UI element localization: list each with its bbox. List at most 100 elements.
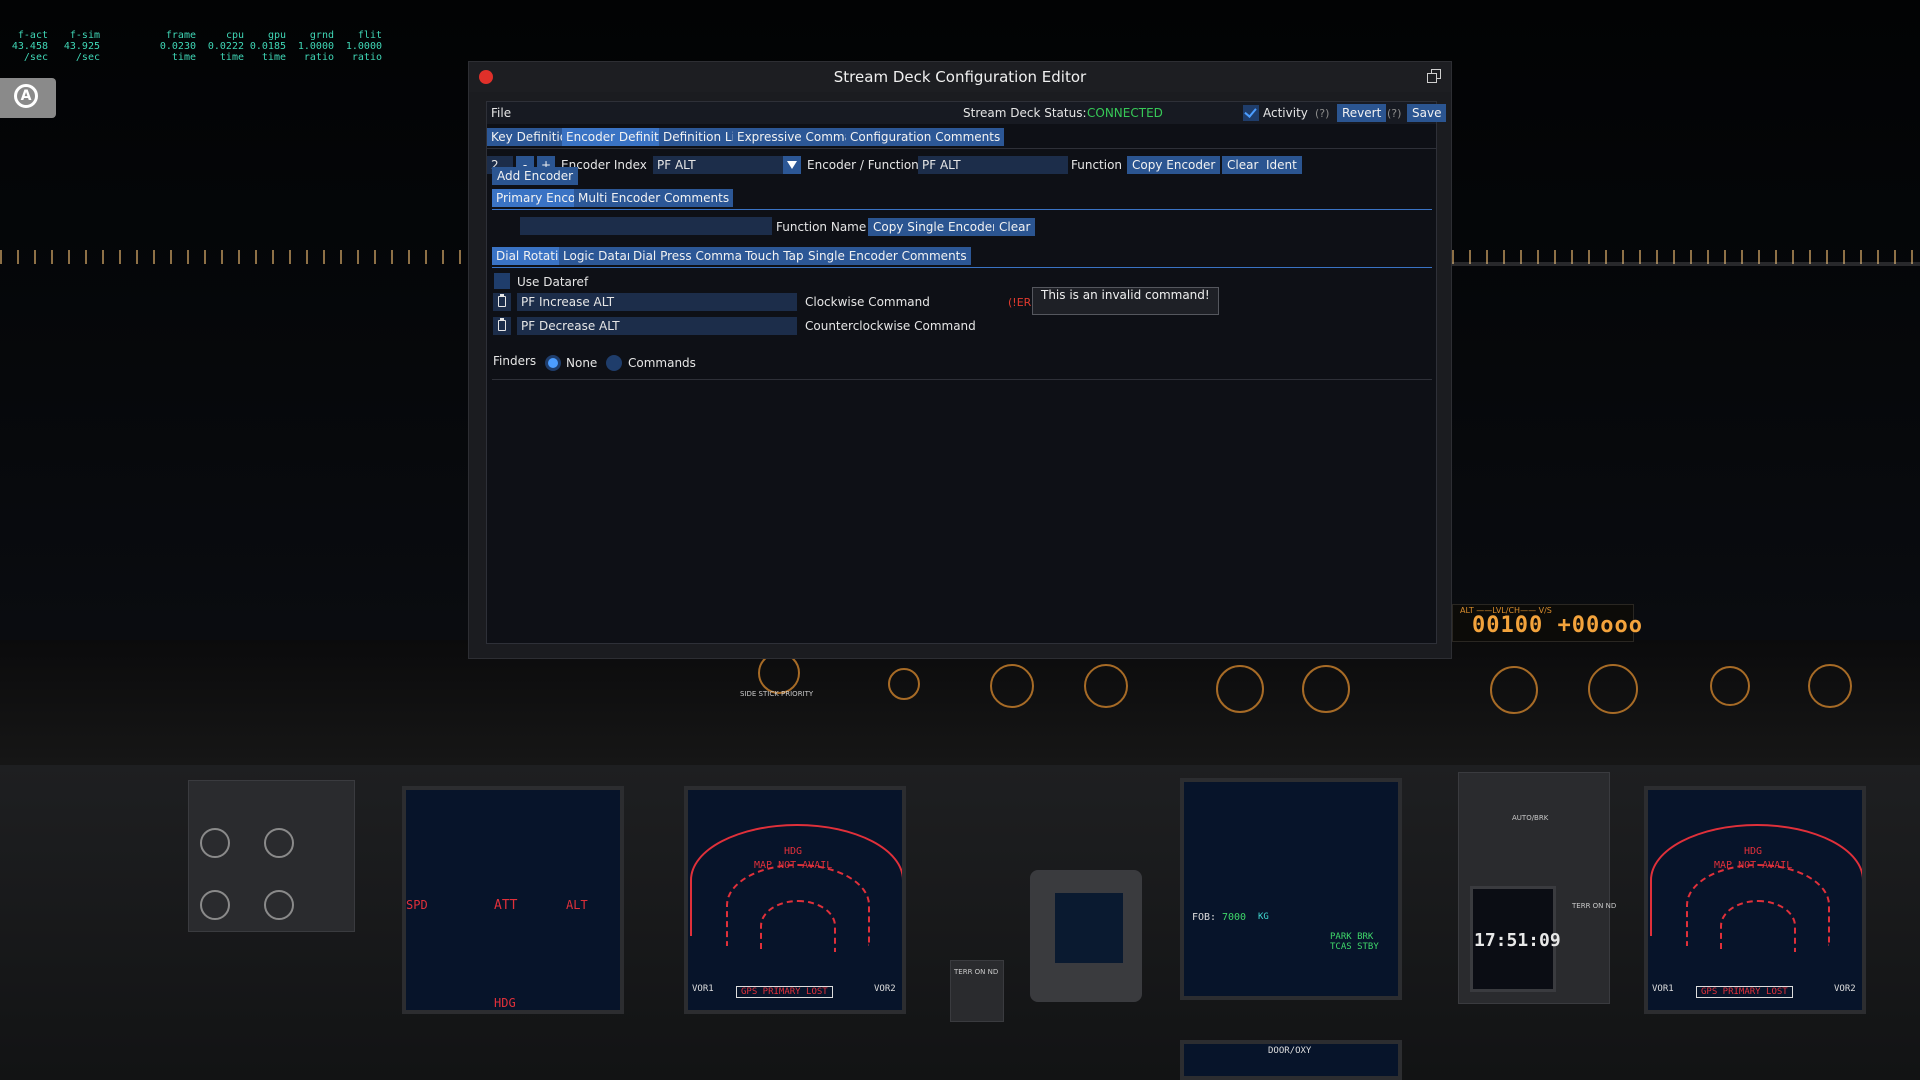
perf-value: 0.0185 xyxy=(249,41,286,52)
nd-mode-knob xyxy=(990,664,1034,708)
ewd-fob-label: FOB: xyxy=(1192,912,1217,923)
finders-label: Finders xyxy=(493,354,537,368)
perf-top: cpu xyxy=(225,30,244,41)
clear-function-name-button[interactable]: Clear xyxy=(994,218,1036,236)
sim-performance-overlay: f-act 43.458/sec f-sim 43.925/sec frame 0.023… xyxy=(6,30,382,63)
perf-value: 43.458 xyxy=(11,41,48,52)
fo-nd-vor1: VOR1 xyxy=(1652,984,1674,994)
nd-range-knob xyxy=(1084,664,1128,708)
side-stick-label: SIDE STICK PRIORITY xyxy=(740,690,814,698)
check-icon xyxy=(1244,105,1257,118)
clockwise-command-input[interactable]: PF Increase ALT xyxy=(517,293,797,311)
autopilot-badge[interactable]: A xyxy=(0,78,56,118)
pfd-alt-flag: ALT xyxy=(566,898,588,912)
perf-value: 1.0000 xyxy=(345,41,382,52)
captain-nd: HDG MAP NOT AVAIL GPS PRIMARY LOST VOR1 … xyxy=(684,786,906,1014)
encoder-tab-underline xyxy=(492,209,1432,210)
perf-value: 43.925 xyxy=(63,41,100,52)
ewd-fob-value: 7000 xyxy=(1222,912,1247,923)
clipboard-icon[interactable] xyxy=(493,293,511,311)
perf-column-flit: flit 1.0000 ratio xyxy=(340,30,382,63)
finders-separator xyxy=(492,379,1432,380)
add-encoder-button[interactable]: Add Encoder xyxy=(492,167,579,185)
autobrk-label: AUTO/BRK xyxy=(1512,814,1549,822)
finder-none-label: None xyxy=(566,356,598,370)
engine-warning-display: FOB: 7000 KG PARK BRK TCAS STBY xyxy=(1180,778,1402,1000)
fo-baro-knob xyxy=(1710,666,1750,706)
alt-knob xyxy=(1490,666,1538,714)
pfd-hdg-flag: HDG xyxy=(494,996,516,1010)
fo-nd-gps-flag: GPS PRIMARY LOST xyxy=(1696,986,1793,998)
activity-help-icon[interactable]: (?) xyxy=(1315,107,1329,120)
perf-unit: ratio xyxy=(351,52,382,63)
nd-hdg-flag: HDG xyxy=(784,846,803,857)
perf-unit: time xyxy=(219,52,244,63)
perf-top: f-act xyxy=(17,30,48,41)
dial-tab-underline xyxy=(492,267,1432,268)
perf-column-frame: frame 0.0230 time xyxy=(154,30,196,63)
copy-single-encoder-button[interactable]: Copy Single Encoder xyxy=(868,218,1003,236)
perf-top: grnd xyxy=(309,30,334,41)
window-titlebar[interactable]: Stream Deck Configuration Editor xyxy=(469,62,1451,92)
perf-unit: /sec xyxy=(75,52,100,63)
perf-top: f-sim xyxy=(69,30,100,41)
nd-gps-flag: GPS PRIMARY LOST xyxy=(736,986,833,998)
menu-file[interactable]: File xyxy=(491,106,511,120)
status-value: CONNECTED xyxy=(1087,106,1163,120)
finder-none-radio[interactable] xyxy=(545,355,561,371)
editor-content: File Stream Deck Status: CONNECTED Activ… xyxy=(486,101,1447,644)
revert-help-icon[interactable]: (?) xyxy=(1387,107,1401,120)
pfd-att-flag: ATT xyxy=(494,898,518,913)
console-floor-knob xyxy=(264,890,294,920)
vs-knob xyxy=(1588,664,1638,714)
clockwise-command-label: Clockwise Command xyxy=(805,295,930,309)
standby-display xyxy=(1052,890,1126,966)
fo-nd-map-flag: MAP NOT AVAIL xyxy=(1714,860,1793,871)
sd-door-oxy: DOOR/OXY xyxy=(1268,1046,1312,1056)
perf-value: 0.0222 xyxy=(207,41,244,52)
fo-nd-hdg-flag: HDG xyxy=(1744,846,1763,857)
perf-unit: time xyxy=(261,52,286,63)
invalid-command-tooltip: This is an invalid command! xyxy=(1032,287,1219,315)
system-display: DOOR/OXY xyxy=(1180,1040,1402,1080)
finder-commands-label: Commands xyxy=(628,356,696,370)
window-title: Stream Deck Configuration Editor xyxy=(833,68,1087,86)
function-name-label: Function Name xyxy=(776,220,867,234)
dial-tab-single-encoder-comments[interactable]: Single Encoder Comments xyxy=(804,247,971,265)
dial-tab-touch-tap[interactable]: Touch Tap xyxy=(741,247,808,265)
revert-button[interactable]: Revert xyxy=(1337,104,1387,122)
menu-bar: File Stream Deck Status: CONNECTED Activ… xyxy=(487,102,1447,124)
a-circle-icon: A xyxy=(14,84,38,108)
perf-unit: ratio xyxy=(303,52,334,63)
use-dataref-label: Use Dataref xyxy=(517,275,589,289)
counterclockwise-command-label: Counterclockwise Command xyxy=(805,319,976,333)
perf-column-gpu: gpu 0.0185 time xyxy=(244,30,286,63)
perf-unit: /sec xyxy=(23,52,48,63)
nd-range-arc-inner xyxy=(760,900,836,952)
pfd-brt-knob xyxy=(200,828,230,858)
maximize-icon[interactable] xyxy=(1426,68,1443,85)
fo-nd-vor2: VOR2 xyxy=(1834,984,1856,994)
activity-checkbox[interactable] xyxy=(1243,105,1259,121)
finder-commands-radio[interactable] xyxy=(606,355,622,371)
baro-knob xyxy=(888,668,920,700)
captain-pfd: ATT SPD ALT HDG xyxy=(402,786,624,1014)
fo-nd-range-arc-inner xyxy=(1720,900,1796,952)
perf-column-f-act: f-act 43.458/sec xyxy=(6,30,48,63)
perf-column-grnd: grnd 1.0000 ratio xyxy=(292,30,334,63)
activity-label: Activity xyxy=(1263,106,1308,120)
nd-vor2: VOR2 xyxy=(874,984,896,994)
ewd-tcas: TCAS STBY xyxy=(1330,942,1379,952)
terr-on-nd-left: TERR ON ND xyxy=(954,968,999,976)
encoder-tab-multi-encoder-comments[interactable]: Multi Encoder Comments xyxy=(574,189,734,207)
tab-configuration-comments[interactable]: Configuration Comments xyxy=(846,128,1005,146)
function-name-input[interactable] xyxy=(520,217,772,235)
encoder-detail-panel: Add Encoder Primary Encoder Multi Encoder… xyxy=(487,148,1436,644)
perf-top: flit xyxy=(357,30,382,41)
counterclockwise-command-input[interactable]: PF Decrease ALT xyxy=(517,317,797,335)
clipboard-icon[interactable] xyxy=(493,317,511,335)
save-button[interactable]: Save xyxy=(1407,104,1447,122)
perf-value: 1.0000 xyxy=(297,41,334,52)
fo-nd-knob xyxy=(1808,664,1852,708)
use-dataref-checkbox[interactable] xyxy=(494,273,510,289)
